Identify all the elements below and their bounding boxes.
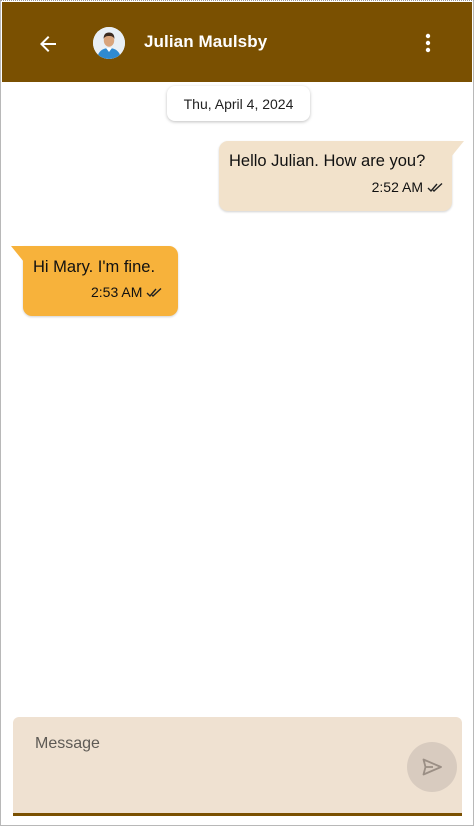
send-icon [422, 758, 442, 776]
message-text: Hi Mary. I'm fine. [33, 258, 156, 276]
avatar-image [93, 27, 125, 59]
overflow-menu-button[interactable] [414, 27, 442, 59]
message-composer [13, 717, 462, 814]
message-time: 2:52 AM [371, 179, 423, 195]
message-bubble-outgoing[interactable]: Hello Julian. How are you? 2:52 AM [219, 141, 464, 211]
back-button[interactable] [32, 28, 64, 60]
message-meta: 2:52 AM [372, 179, 444, 195]
bubble-tail [11, 246, 24, 262]
message-meta: 2:53 AM [91, 284, 163, 300]
double-check-icon [427, 182, 443, 192]
message-bubble-incoming[interactable]: Hi Mary. I'm fine. 2:53 AM [11, 246, 178, 316]
chat-screen: Julian Maulsby Thu, April 4, 2024 Hello … [0, 0, 474, 826]
arrow-left-icon [40, 36, 56, 52]
double-check-icon [146, 287, 162, 297]
avatar[interactable] [93, 27, 125, 59]
message-time: 2:53 AM [91, 284, 143, 300]
more-vertical-icon [425, 33, 431, 53]
date-separator: Thu, April 4, 2024 [167, 86, 310, 121]
message-text: Hello Julian. How are you? [229, 152, 426, 170]
send-button[interactable] [407, 742, 457, 792]
composer-underline [13, 813, 462, 816]
bubble-tail [451, 141, 464, 157]
chat-header: Julian Maulsby [2, 2, 472, 82]
message-input[interactable] [33, 731, 407, 757]
contact-name[interactable]: Julian Maulsby [144, 32, 267, 52]
